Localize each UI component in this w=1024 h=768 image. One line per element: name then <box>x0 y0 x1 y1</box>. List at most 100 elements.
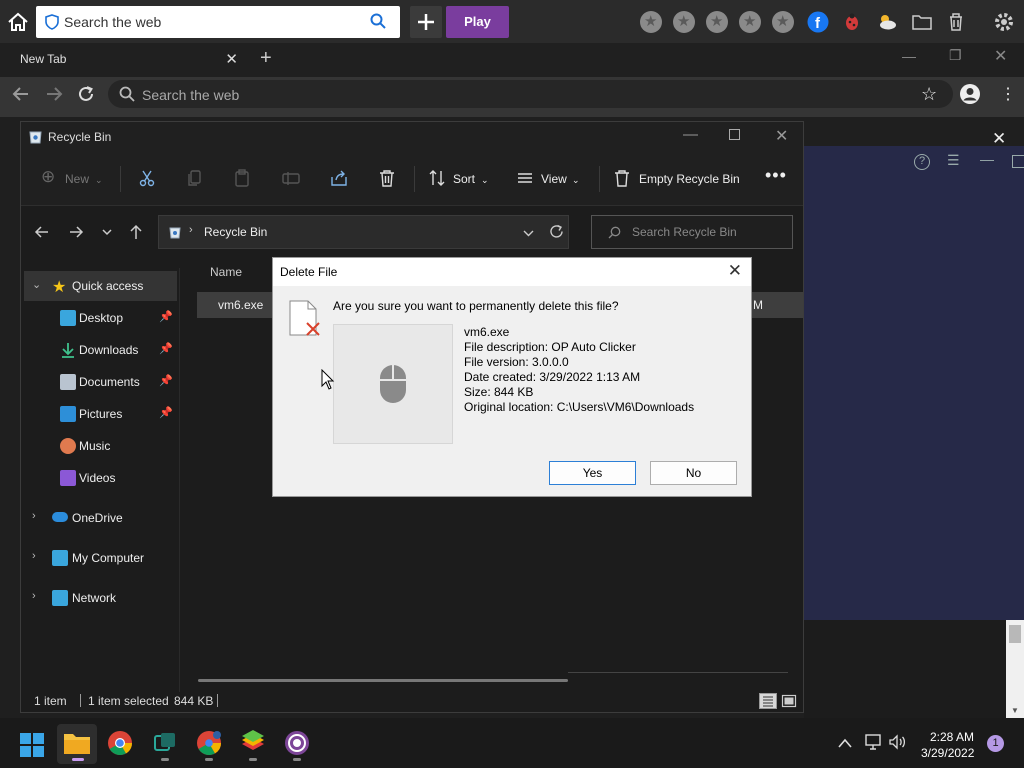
top-search-box[interactable]: Search the web <box>36 6 400 38</box>
address-bar[interactable]: Search the web <box>108 80 953 108</box>
back-icon[interactable] <box>12 85 30 106</box>
minimize-icon[interactable]: — <box>902 48 916 64</box>
sidebar-item-pictures[interactable]: Pictures 📌 <box>24 399 177 429</box>
scroll-down-icon[interactable]: ▼ <box>1011 706 1019 715</box>
bookmark-star-icon[interactable]: ☆ <box>921 84 937 105</box>
pane-divider[interactable] <box>179 268 180 698</box>
pin-icon[interactable]: 📌 <box>159 310 173 323</box>
network-tray-icon[interactable] <box>865 734 883 753</box>
star-icon[interactable] <box>739 11 761 33</box>
pin-icon[interactable]: 📌 <box>159 374 173 387</box>
chevron-down-icon[interactable]: ⌄ <box>32 278 41 291</box>
browser-tab[interactable]: New Tab ✕ <box>0 43 250 77</box>
trash-icon[interactable] <box>945 11 967 33</box>
chevron-right-icon[interactable]: › <box>32 550 36 562</box>
more-options-icon[interactable]: ••• <box>765 165 787 186</box>
file-explorer-icon[interactable] <box>63 730 91 758</box>
view-button[interactable]: View <box>541 172 567 186</box>
chevron-right-icon[interactable]: › <box>32 510 36 522</box>
play-button[interactable]: Play <box>446 6 509 38</box>
clock-time[interactable]: 2:28 AM <box>930 730 974 744</box>
empty-recycle-bin-button[interactable]: Empty Recycle Bin <box>639 172 740 186</box>
cut-icon[interactable] <box>138 169 156 187</box>
pin-icon[interactable]: 📌 <box>159 342 173 355</box>
sidebar-item-downloads[interactable]: Downloads 📌 <box>24 335 177 365</box>
chevron-right-icon[interactable]: › <box>32 590 36 602</box>
maximize-icon[interactable] <box>1012 155 1024 168</box>
restore-icon[interactable]: ❐ <box>949 47 962 64</box>
rename-icon[interactable] <box>282 169 300 187</box>
facebook-icon[interactable]: f <box>807 11 829 33</box>
new-tab-icon[interactable]: + <box>260 47 272 70</box>
weather-icon[interactable] <box>876 11 898 33</box>
sidebar-item-documents[interactable]: Documents 📌 <box>24 367 177 397</box>
scrollbar[interactable]: ▼ <box>1006 620 1024 718</box>
bluestacks-icon[interactable] <box>240 728 268 756</box>
tor-browser-icon[interactable] <box>284 730 312 758</box>
sort-button[interactable]: Sort <box>453 172 475 186</box>
notification-badge[interactable]: 1 <box>987 735 1004 752</box>
home-icon[interactable] <box>6 11 30 33</box>
star-icon[interactable] <box>772 11 794 33</box>
close-icon[interactable]: ✕ <box>728 261 742 281</box>
breadcrumb[interactable]: Recycle Bin <box>204 225 267 239</box>
chevron-down-icon[interactable] <box>523 227 534 242</box>
clock-date[interactable]: 3/29/2022 <box>921 746 974 760</box>
copy-icon[interactable] <box>186 169 204 187</box>
column-header-name[interactable]: Name <box>210 265 242 279</box>
share-icon[interactable] <box>330 169 348 187</box>
search-icon[interactable] <box>370 13 386 32</box>
sidebar-item-quick-access[interactable]: ⌄ ★ Quick access <box>24 271 177 301</box>
sidebar-item-onedrive[interactable]: › OneDrive <box>24 503 177 533</box>
paste-icon[interactable] <box>233 169 251 187</box>
scrollbar-thumb[interactable] <box>1009 625 1021 643</box>
chrome-icon[interactable] <box>107 730 135 758</box>
explorer-address-bar[interactable]: › Recycle Bin <box>158 215 569 249</box>
sidebar-item-desktop[interactable]: Desktop 📌 <box>24 303 177 333</box>
gear-icon[interactable] <box>993 11 1015 33</box>
close-icon[interactable]: ✕ <box>994 46 1007 66</box>
hamburger-icon[interactable]: ☰ <box>947 152 960 169</box>
empty-bin-icon[interactable] <box>613 169 631 187</box>
folder-icon[interactable] <box>911 11 933 33</box>
forward-icon[interactable] <box>45 85 63 106</box>
forward-icon[interactable] <box>68 224 84 243</box>
back-icon[interactable] <box>34 224 50 243</box>
details-view-icon[interactable] <box>759 693 777 709</box>
minimize-icon[interactable]: — <box>683 126 698 143</box>
sidebar-item-music[interactable]: Music <box>24 431 177 461</box>
plus-icon[interactable] <box>410 6 442 38</box>
delete-icon[interactable] <box>378 169 396 187</box>
reload-icon[interactable] <box>77 85 95 106</box>
explorer-search-box[interactable]: Search Recycle Bin <box>591 215 793 249</box>
menu-dots-icon[interactable]: ⋮ <box>1000 84 1016 104</box>
minimize-icon[interactable]: — <box>980 151 994 167</box>
no-button[interactable]: No <box>650 461 737 485</box>
app-icon[interactable] <box>152 730 180 758</box>
tiles-view-icon[interactable] <box>781 693 797 709</box>
up-icon[interactable] <box>128 224 144 243</box>
start-icon[interactable] <box>19 732 45 758</box>
sidebar-item-my-computer[interactable]: › My Computer <box>24 543 177 573</box>
maximize-icon[interactable] <box>729 129 740 140</box>
pin-icon[interactable]: 📌 <box>159 406 173 419</box>
view-icon[interactable] <box>516 169 534 187</box>
profile-icon[interactable] <box>959 83 981 108</box>
refresh-icon[interactable] <box>549 224 564 242</box>
sidebar-item-network[interactable]: › Network <box>24 583 177 613</box>
star-icon[interactable] <box>673 11 695 33</box>
yes-button[interactable]: Yes <box>549 461 636 485</box>
new-button[interactable]: New <box>65 172 89 186</box>
chrome-profile-icon[interactable] <box>196 730 224 758</box>
close-tab-icon[interactable]: ✕ <box>225 50 238 68</box>
help-icon[interactable]: ? <box>914 154 930 170</box>
recent-locations-icon[interactable] <box>101 226 113 241</box>
horizontal-scrollbar[interactable] <box>198 679 568 682</box>
star-icon[interactable] <box>640 11 662 33</box>
sort-icon[interactable] <box>428 169 446 187</box>
chevron-up-icon[interactable] <box>838 736 852 751</box>
sidebar-item-videos[interactable]: Videos <box>24 463 177 493</box>
volume-icon[interactable] <box>889 734 907 753</box>
ladybug-icon[interactable] <box>841 11 863 33</box>
close-icon[interactable]: ✕ <box>775 126 788 146</box>
